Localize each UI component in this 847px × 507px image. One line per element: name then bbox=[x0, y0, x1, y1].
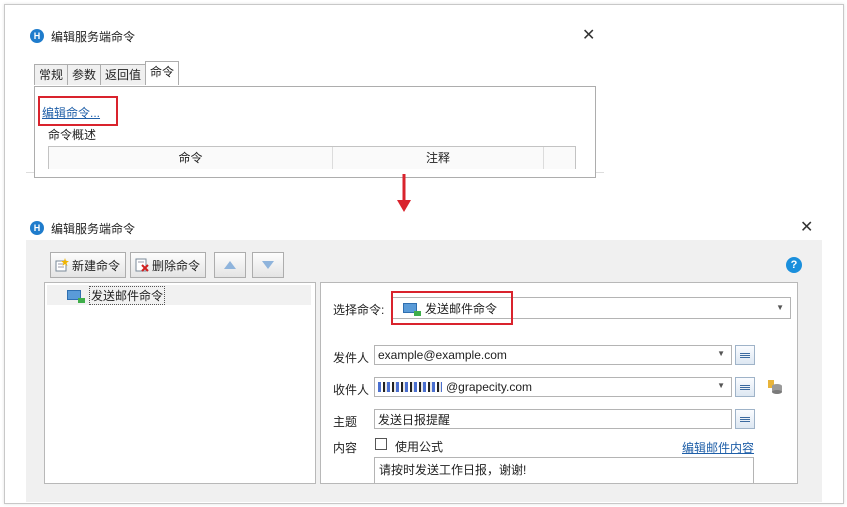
formula-settings-icon bbox=[740, 416, 750, 423]
subject-value: 发送日报提醒 bbox=[378, 412, 451, 427]
command-description-label: 命令概述 bbox=[48, 128, 97, 142]
redacted-name bbox=[378, 382, 442, 392]
move-down-icon bbox=[262, 261, 274, 269]
grid-header-comment[interactable]: 注释 bbox=[333, 147, 544, 169]
main-dialog-titlebar: H 编辑服务端命令 bbox=[30, 220, 135, 236]
top-dialog-title: 编辑服务端命令 bbox=[51, 29, 136, 44]
tab-strip: 常规 参数 返回值 命令 bbox=[34, 61, 180, 85]
main-dialog: H 编辑服务端命令 ✕ 新建命令 删除命令 ? 发送邮件命令 选择命令: 发送邮… bbox=[26, 218, 822, 502]
command-tree: 发送邮件命令 bbox=[44, 282, 316, 484]
dropdown-arrow-icon: ▼ bbox=[717, 381, 725, 390]
use-formula-checkbox[interactable] bbox=[375, 438, 387, 450]
command-settings-panel: 选择命令: 发送邮件命令 ▼ 发件人 example@example.com ▼… bbox=[320, 282, 798, 484]
tab-parameters[interactable]: 参数 bbox=[67, 64, 102, 85]
move-down-button[interactable] bbox=[252, 252, 284, 278]
down-arrow-icon bbox=[397, 174, 411, 212]
tree-item-label: 发送邮件命令 bbox=[89, 285, 166, 305]
grid-header-spacer bbox=[544, 147, 575, 169]
formula-settings-icon bbox=[740, 384, 750, 391]
recipient-label: 收件人 bbox=[333, 383, 370, 397]
new-command-icon bbox=[55, 258, 69, 272]
help-icon[interactable]: ? bbox=[786, 257, 802, 273]
database-icon[interactable] bbox=[767, 379, 783, 395]
formula-settings-button[interactable] bbox=[735, 345, 755, 365]
highlight-box-select-command bbox=[391, 291, 513, 325]
select-command-label: 选择命令: bbox=[333, 303, 385, 317]
tab-commands[interactable]: 命令 bbox=[145, 61, 180, 85]
mail-command-icon bbox=[67, 290, 85, 303]
edit-mail-content-link[interactable]: 编辑邮件内容 bbox=[682, 439, 754, 456]
recipient-input[interactable]: @grapecity.com ▼ bbox=[374, 377, 732, 397]
subject-input[interactable]: 发送日报提醒 bbox=[374, 409, 732, 429]
content-label: 内容 bbox=[333, 441, 358, 455]
top-dialog: H 编辑服务端命令 ✕ 常规 参数 返回值 命令 编辑命令... 命令概述 命令… bbox=[26, 22, 604, 178]
subject-label: 主题 bbox=[333, 415, 358, 429]
formula-settings-button[interactable] bbox=[735, 409, 755, 429]
dropdown-arrow-icon: ▼ bbox=[717, 349, 725, 358]
recipient-value: @grapecity.com bbox=[446, 380, 532, 394]
tab-general[interactable]: 常规 bbox=[34, 64, 69, 85]
mail-content-text: 请按时发送工作日报，谢谢! bbox=[379, 463, 527, 477]
tree-item[interactable]: 发送邮件命令 bbox=[47, 285, 311, 305]
delete-command-icon bbox=[135, 258, 149, 272]
top-dialog-titlebar: H 编辑服务端命令 bbox=[30, 28, 135, 44]
move-up-button[interactable] bbox=[214, 252, 246, 278]
tab-return-value[interactable]: 返回值 bbox=[100, 64, 147, 85]
delete-command-label: 删除命令 bbox=[152, 258, 201, 273]
new-command-button[interactable]: 新建命令 bbox=[50, 252, 126, 278]
main-dialog-title: 编辑服务端命令 bbox=[51, 221, 136, 236]
move-up-icon bbox=[224, 261, 236, 269]
highlight-box-edit-link bbox=[38, 96, 118, 126]
command-grid-header: 命令 注释 bbox=[48, 146, 576, 169]
app-icon: H bbox=[30, 29, 44, 43]
close-icon[interactable]: ✕ bbox=[582, 28, 595, 44]
close-icon[interactable]: ✕ bbox=[800, 220, 813, 236]
new-command-label: 新建命令 bbox=[72, 258, 121, 273]
app-icon: H bbox=[30, 221, 44, 235]
mail-content-textarea[interactable]: 请按时发送工作日报，谢谢! bbox=[374, 457, 754, 483]
sender-value: example@example.com bbox=[378, 348, 507, 362]
sender-input[interactable]: example@example.com ▼ bbox=[374, 345, 732, 365]
formula-settings-icon bbox=[740, 352, 750, 359]
sender-label: 发件人 bbox=[333, 351, 370, 365]
dropdown-arrow-icon: ▼ bbox=[776, 303, 784, 312]
use-formula-label: 使用公式 bbox=[395, 440, 444, 454]
grid-header-command[interactable]: 命令 bbox=[49, 147, 333, 169]
formula-settings-button[interactable] bbox=[735, 377, 755, 397]
delete-command-button[interactable]: 删除命令 bbox=[130, 252, 206, 278]
